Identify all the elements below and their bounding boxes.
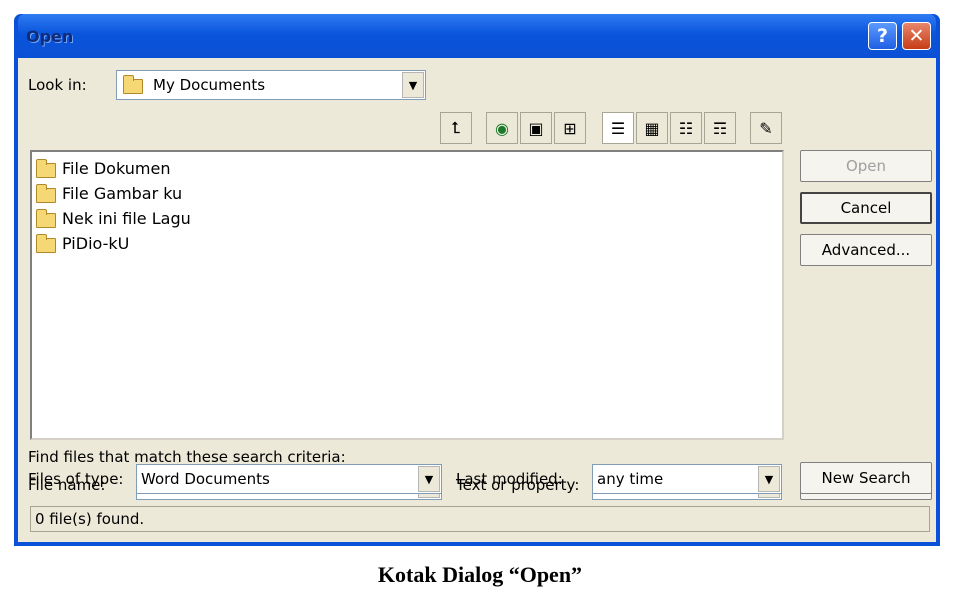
files-of-type-value: Word Documents bbox=[141, 470, 270, 488]
details-view-icon[interactable]: ▦ bbox=[636, 112, 668, 144]
new-folder-icon[interactable]: ▣ bbox=[520, 112, 552, 144]
commands-icon[interactable]: ✎ bbox=[750, 112, 782, 144]
list-item[interactable]: Nek ini file Lagu bbox=[36, 206, 191, 230]
list-item[interactable]: File Dokumen bbox=[36, 156, 170, 180]
preview-view-icon[interactable]: ☶ bbox=[704, 112, 736, 144]
file-name: Nek ini file Lagu bbox=[62, 208, 191, 228]
files-of-type-dropdown[interactable]: Word Documents ▼ bbox=[136, 464, 442, 494]
last-modified-dropdown[interactable]: any time ▼ bbox=[592, 464, 782, 494]
folder-icon bbox=[36, 233, 56, 253]
chevron-down-icon[interactable]: ▼ bbox=[758, 466, 780, 492]
open-button[interactable]: Open bbox=[800, 150, 932, 182]
help-button[interactable]: ? bbox=[868, 22, 897, 50]
look-in-value: My Documents bbox=[153, 76, 266, 94]
chevron-down-icon[interactable]: ▼ bbox=[418, 466, 440, 492]
new-search-button[interactable]: New Search bbox=[800, 462, 932, 494]
title-bar[interactable]: Open ? ✕ bbox=[18, 14, 936, 58]
advanced-button[interactable]: Advanced... bbox=[800, 234, 932, 266]
status-bar: 0 file(s) found. bbox=[30, 506, 930, 532]
web-folders-icon[interactable]: ◉ bbox=[486, 112, 518, 144]
folder-icon bbox=[36, 158, 56, 178]
files-of-type-label: Files of type: bbox=[28, 470, 124, 488]
status-text: 0 file(s) found. bbox=[35, 510, 145, 528]
look-in-label: Look in: bbox=[28, 76, 87, 94]
look-in-dropdown[interactable]: My Documents ▼ bbox=[116, 70, 426, 100]
figure-caption: Kotak Dialog “Open” bbox=[377, 562, 583, 587]
file-list[interactable]: File Dokumen File Gambar ku Nek ini file… bbox=[30, 150, 784, 440]
properties-view-icon[interactable]: ☷ bbox=[670, 112, 702, 144]
last-modified-label: Last modified: bbox=[456, 470, 563, 488]
cancel-button[interactable]: Cancel bbox=[800, 192, 932, 224]
list-item[interactable]: PiDio-kU bbox=[36, 231, 129, 255]
chevron-down-icon[interactable]: ▼ bbox=[402, 72, 424, 98]
dialog-title: Open bbox=[26, 27, 74, 46]
list-view-icon[interactable]: ☰ bbox=[602, 112, 634, 144]
folder-icon bbox=[123, 75, 143, 94]
folder-icon bbox=[36, 183, 56, 203]
close-button[interactable]: ✕ bbox=[902, 22, 931, 50]
folder-icon bbox=[36, 208, 56, 228]
favorites-icon[interactable]: ⊞ bbox=[554, 112, 586, 144]
file-name: File Dokumen bbox=[62, 158, 171, 178]
file-name: PiDio-kU bbox=[62, 233, 130, 253]
list-item[interactable]: File Gambar ku bbox=[36, 181, 182, 205]
file-name: File Gambar ku bbox=[62, 183, 183, 203]
last-modified-value: any time bbox=[597, 470, 664, 488]
up-folder-icon[interactable]: ⮤ bbox=[440, 112, 472, 144]
